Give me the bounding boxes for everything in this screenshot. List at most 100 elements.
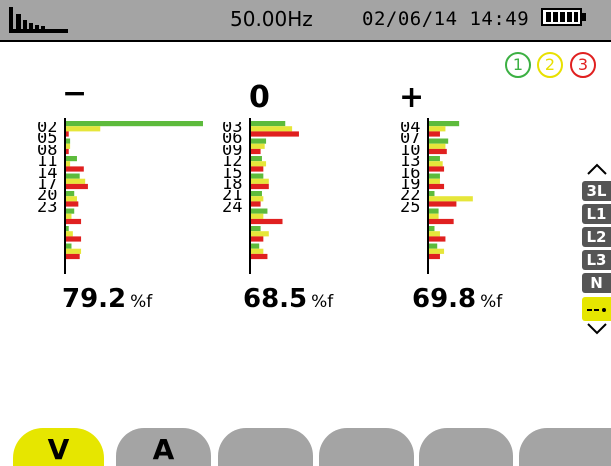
- rank-label: 02: [37, 122, 58, 134]
- tab-empty-4[interactable]: [319, 428, 414, 466]
- frequency-readout: 50.00Hz: [230, 7, 313, 31]
- bar-green-22: [429, 226, 435, 232]
- bar-green-09: [251, 156, 262, 162]
- chart-axis: [64, 118, 66, 274]
- bar-red-17: [66, 218, 82, 225]
- rank-label: 23: [37, 201, 58, 214]
- bar-yellow-23: [66, 248, 82, 254]
- rank-label: 13: [400, 156, 421, 168]
- rank-label: 19: [400, 178, 421, 191]
- rank-label: 08: [37, 144, 58, 157]
- unbalance-value-zero: 68.5 %f: [243, 284, 333, 314]
- bar-yellow-08: [66, 161, 71, 167]
- bar-green-18: [251, 208, 268, 214]
- harmonics-chart-negative: [64, 118, 203, 274]
- tab-empty-5[interactable]: [419, 428, 513, 466]
- selector-l3-button[interactable]: L3: [582, 250, 611, 270]
- bar-yellow-24: [251, 248, 264, 254]
- tab-current[interactable]: A: [116, 428, 211, 466]
- value-unit: %f: [480, 292, 503, 312]
- bar-red-21: [251, 236, 264, 242]
- rank-label: 06: [222, 133, 243, 145]
- rank-label: 11: [37, 156, 58, 168]
- bar-yellow-04: [429, 126, 446, 132]
- bar-red-07: [429, 148, 447, 155]
- rank-label: 21: [222, 190, 243, 202]
- tab-empty-6[interactable]: [519, 428, 611, 466]
- bar-green-17: [66, 208, 75, 214]
- tab-label: V: [47, 433, 70, 466]
- selector-l1-button[interactable]: L1: [582, 204, 611, 224]
- rank-label: 09: [222, 144, 243, 157]
- unbalance-value-negative: 79.2 %f: [62, 284, 152, 314]
- positive-sequence-header: +: [399, 80, 425, 115]
- bar-red-19: [429, 218, 454, 225]
- value-number: 68.5: [243, 284, 308, 314]
- bar-green-08: [66, 156, 77, 162]
- bar-yellow-22: [429, 231, 440, 237]
- chevron-up-icon[interactable]: [586, 162, 608, 176]
- selector-l2-button[interactable]: L2: [582, 227, 611, 247]
- bar-yellow-10: [429, 161, 443, 167]
- rank-label: 03: [222, 122, 243, 134]
- zero-sequence-header: 0: [249, 80, 270, 115]
- selector-n-button[interactable]: N: [582, 273, 611, 293]
- rank-label: 24: [222, 201, 243, 214]
- bar-green-25: [429, 243, 438, 249]
- bar-green-15: [251, 191, 262, 197]
- bar-red-25: [429, 253, 440, 260]
- bar-yellow-16: [429, 196, 473, 202]
- bar-green-13: [429, 173, 440, 179]
- bar-red-20: [66, 236, 82, 242]
- rank-label: 17: [37, 178, 58, 191]
- bar-red-11: [66, 183, 88, 190]
- selector-sequence-button[interactable]: [582, 297, 611, 321]
- bar-red-24: [251, 253, 268, 260]
- tab-label: A: [152, 433, 175, 466]
- dash-dot-icon: [587, 308, 606, 312]
- bar-green-20: [66, 226, 69, 232]
- bar-red-12: [251, 183, 269, 190]
- value-number: 69.8: [412, 284, 477, 314]
- bar-red-13: [429, 183, 445, 190]
- bar-green-06: [251, 138, 267, 144]
- rank-label: 10: [400, 144, 421, 157]
- rank-label: 12: [222, 156, 243, 168]
- bar-yellow-17: [66, 213, 72, 219]
- bar-green-04: [429, 121, 460, 127]
- bar-green-16: [429, 191, 435, 197]
- rank-label: 15: [222, 167, 243, 179]
- bar-yellow-13: [429, 178, 440, 184]
- bar-yellow-06: [251, 143, 265, 149]
- tab-empty-3[interactable]: [218, 428, 313, 466]
- tab-voltage[interactable]: V: [13, 428, 104, 466]
- bar-red-03: [251, 131, 299, 137]
- bar-red-15: [251, 201, 261, 207]
- bar-red-05: [66, 148, 69, 155]
- bar-yellow-11: [66, 178, 86, 184]
- bar-red-22: [429, 236, 446, 242]
- bar-red-02: [66, 131, 69, 137]
- bar-red-06: [251, 148, 261, 155]
- bar-red-16: [429, 201, 457, 207]
- rank-label: 14: [37, 167, 58, 179]
- bar-yellow-20: [66, 231, 73, 237]
- selector-3l-button[interactable]: 3L: [582, 181, 611, 201]
- rank-label: 18: [222, 178, 243, 191]
- rank-labels-zero: 03 06 09 12 15 18 21 24: [222, 122, 248, 213]
- rank-labels-positive: 04 07 10 13 16 19 22 25: [400, 122, 426, 213]
- bar-yellow-18: [251, 213, 264, 219]
- bar-red-14: [66, 201, 79, 207]
- harmonics-screen: 50.00Hz 02/06/14 14:49 1 2 3 − 0 + 02 05 0…: [0, 0, 611, 466]
- bar-green-03: [251, 121, 286, 127]
- chevron-down-icon[interactable]: [586, 322, 608, 336]
- bar-yellow-02: [66, 126, 101, 132]
- phase-3-indicator: 3: [570, 52, 596, 78]
- chart-axis: [427, 118, 429, 274]
- bar-yellow-25: [429, 248, 445, 254]
- rank-label: 22: [400, 190, 421, 202]
- rank-labels-negative: 02 05 08 11 14 17 20 23: [37, 122, 63, 213]
- bar-green-07: [429, 138, 449, 144]
- bar-green-10: [429, 156, 440, 162]
- chart-axis: [249, 118, 251, 274]
